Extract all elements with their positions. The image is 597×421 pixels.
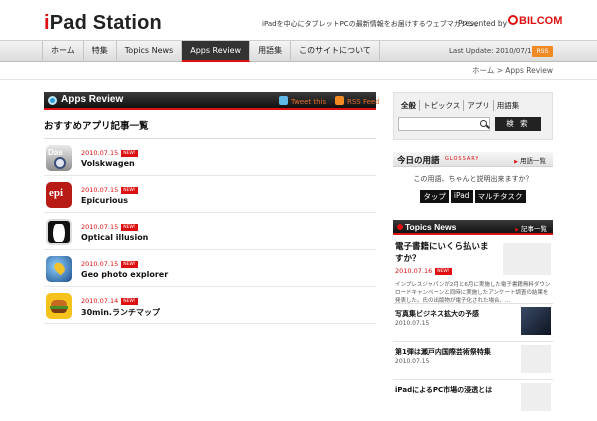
- topic-row[interactable]: 写真集ビジネス拡大の予感 2010.07.15: [393, 303, 553, 341]
- epicurious-icon[interactable]: epi: [46, 182, 72, 208]
- burger-icon[interactable]: [46, 293, 72, 319]
- new-badge: NEW!: [121, 261, 138, 268]
- section-title: Apps Review: [61, 94, 124, 105]
- lead-topic-date: 2010.07.16 NEW!: [395, 267, 452, 275]
- site-logo[interactable]: iPad Station: [44, 12, 162, 35]
- new-badge: NEW!: [121, 150, 138, 157]
- app-row-lunch-map[interactable]: 2010.07.14 NEW! 30min.ランチマップ: [44, 287, 376, 324]
- sponsor-logo[interactable]: BILCOM: [508, 15, 562, 27]
- section-header: Apps Review Tweet this RSS Feed: [44, 92, 380, 110]
- app-row-optical-illusion[interactable]: 2010.07.15 NEW! Optical illusion: [44, 213, 376, 250]
- app-name[interactable]: Volskwagen: [81, 159, 135, 168]
- term-of-day-header: 今日の用語 GLOSSARY 用語一覧: [393, 152, 553, 167]
- new-badge: NEW!: [121, 224, 138, 231]
- app-row-epicurious[interactable]: epi 2010.07.15 NEW! Epicurious: [44, 176, 376, 213]
- last-update: Last Update: 2010/07/16: [449, 47, 537, 55]
- site-tagline: iPadを中心にタブレットPCの最新情報をお届けするウェブマガジン。: [262, 20, 482, 28]
- rss-button[interactable]: RSS: [532, 46, 553, 57]
- das-auto-icon[interactable]: Das: [46, 145, 72, 171]
- nav-item-home[interactable]: ホーム: [42, 41, 84, 62]
- sponsor-ring-icon: [508, 15, 518, 25]
- presented-by-label: Presented by: [458, 19, 508, 28]
- lead-topic-thumbnail[interactable]: [503, 243, 551, 275]
- rss-feed-link[interactable]: RSS Feed: [335, 96, 380, 106]
- search-input[interactable]: [398, 117, 490, 131]
- topic-title[interactable]: iPadによるPC市場の浸透とは: [395, 385, 492, 395]
- app-name[interactable]: Optical illusion: [81, 233, 148, 242]
- search-tab-glossary[interactable]: 用語集: [494, 100, 523, 111]
- term-title: 今日の用語: [397, 156, 440, 166]
- main-content: Apps Review Tweet this RSS Feed おすすめアプリ記…: [44, 92, 380, 324]
- breadcrumb-divider: [0, 79, 597, 80]
- lead-topic-title[interactable]: 電子書籍にいくら払いますか？: [395, 241, 495, 265]
- tweet-this-link[interactable]: Tweet this: [279, 96, 326, 106]
- topic-thumbnail[interactable]: [521, 345, 551, 373]
- topic-date: 2010.07.15: [395, 358, 430, 365]
- new-badge: NEW!: [121, 187, 138, 194]
- new-badge: NEW!: [121, 298, 138, 305]
- nav-item-features[interactable]: 特集: [84, 41, 117, 62]
- section-bullet-icon: [48, 96, 57, 105]
- topic-thumbnail[interactable]: [521, 307, 551, 335]
- term-tag[interactable]: マルチタスク: [474, 190, 526, 203]
- term-list-link[interactable]: 用語一覧: [514, 155, 546, 165]
- topic-date: 2010.07.15: [395, 320, 430, 327]
- lead-topic[interactable]: 電子書籍にいくら払いますか？ 2010.07.16 NEW! インプレスジャパンが…: [393, 241, 553, 304]
- term-tags: タップ iPad マルチタスク: [393, 190, 553, 203]
- list-subtitle: おすすめアプリ記事一覧: [44, 118, 376, 139]
- app-date: 2010.07.15 NEW!: [81, 186, 138, 194]
- new-badge: NEW!: [435, 268, 452, 275]
- search-scope-tabs: 全般 トピックス アプリ 用語集: [398, 100, 522, 111]
- optical-illusion-icon[interactable]: [46, 219, 72, 245]
- site-header: iPad Station iPadを中心にタブレットPCの最新情報をお届けするウ…: [0, 0, 597, 40]
- topic-row[interactable]: 第1弾は瀬戸内国際芸術祭特集 2010.07.15: [393, 341, 553, 379]
- app-name[interactable]: Epicurious: [81, 196, 128, 205]
- app-name[interactable]: Geo photo explorer: [81, 270, 168, 279]
- app-date: 2010.07.14 NEW!: [81, 297, 138, 305]
- sidebar: 全般 トピックス アプリ 用語集 検 索 今日の用語 GLOSSARY 用語一覧…: [393, 92, 553, 417]
- app-date: 2010.07.15 NEW!: [81, 260, 138, 268]
- nav-item-about[interactable]: このサイトについて: [291, 41, 380, 62]
- app-date: 2010.07.15 NEW!: [81, 223, 138, 231]
- search-button[interactable]: 検 索: [495, 117, 541, 131]
- search-tab-all[interactable]: 全般: [398, 100, 420, 111]
- topics-news-header: Topics News 記事一覧: [393, 220, 553, 235]
- app-name[interactable]: 30min.ランチマップ: [81, 307, 160, 318]
- term-tag[interactable]: iPad: [450, 190, 473, 203]
- term-question: この用語、ちゃんと説明出来ますか？: [413, 175, 533, 183]
- rss-icon: [335, 96, 344, 105]
- topic-title[interactable]: 写真集ビジネス拡大の予感: [395, 309, 479, 319]
- geo-globe-icon[interactable]: [46, 256, 72, 282]
- glossary-label: GLOSSARY: [445, 156, 480, 162]
- app-date: 2010.07.15 NEW!: [81, 149, 138, 157]
- search-tab-apps[interactable]: アプリ: [464, 100, 494, 111]
- topics-bullet-icon: [397, 224, 403, 230]
- topic-thumbnail[interactable]: [521, 383, 551, 411]
- term-tag[interactable]: タップ: [420, 190, 449, 203]
- global-nav: ホーム 特集 Topics News Apps Review 用語集 このサイト…: [0, 40, 597, 62]
- app-row-volkswagen[interactable]: Das 2010.07.15 NEW! Volskwagen: [44, 139, 376, 176]
- topics-title: Topics News: [405, 222, 457, 232]
- search-panel: 全般 トピックス アプリ 用語集 検 索: [393, 92, 553, 140]
- nav-item-glossary[interactable]: 用語集: [250, 41, 292, 62]
- nav-item-topics-news[interactable]: Topics News: [117, 41, 183, 62]
- app-list: Das 2010.07.15 NEW! Volskwagen epi 2010.0…: [44, 139, 376, 324]
- search-tab-topics[interactable]: トピックス: [420, 100, 465, 111]
- twitter-icon: [279, 96, 288, 105]
- search-icon: [480, 120, 487, 127]
- lead-topic-description: インプレスジャパンが2月と6月に実施した電子書籍無料ダウンロードキャンペーンと同…: [395, 282, 551, 304]
- topic-title[interactable]: 第1弾は瀬戸内国際芸術祭特集: [395, 347, 491, 357]
- nav-item-apps-review[interactable]: Apps Review: [182, 41, 251, 62]
- topics-list-link[interactable]: 記事一覧: [515, 223, 547, 233]
- app-row-geo-photo-explorer[interactable]: 2010.07.15 NEW! Geo photo explorer: [44, 250, 376, 287]
- topic-row[interactable]: iPadによるPC市場の浸透とは: [393, 379, 553, 417]
- breadcrumb[interactable]: ホーム > Apps Review: [472, 65, 553, 76]
